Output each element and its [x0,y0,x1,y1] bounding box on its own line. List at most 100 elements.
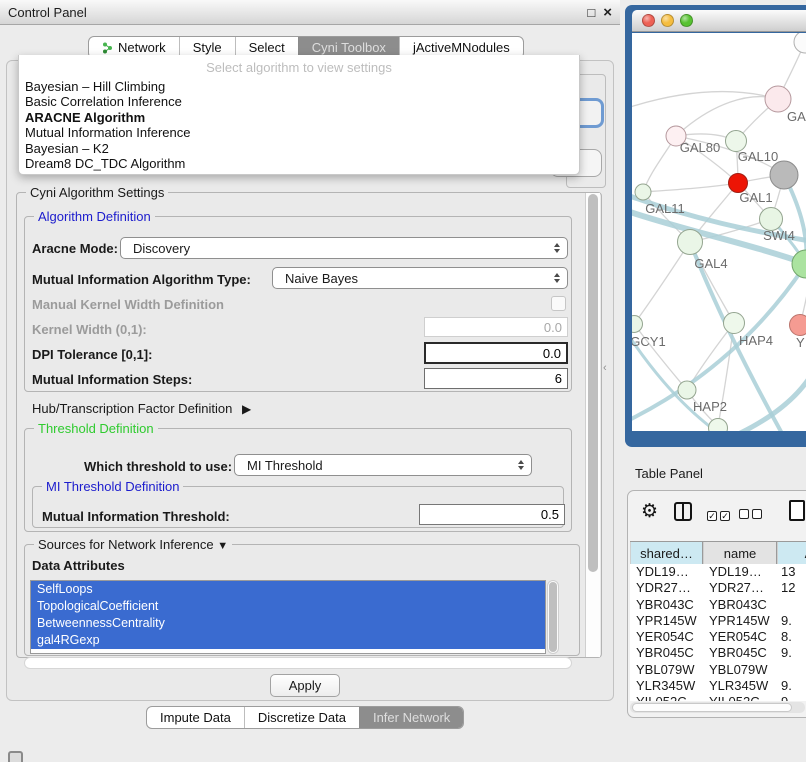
network-node-y[interactable] [790,315,806,336]
network-edge [634,242,690,324]
network-node[interactable] [794,33,806,53]
attribute-item-selfloops[interactable]: SelfLoops [31,581,545,598]
sources-title-text: Sources for Network Inference [38,537,214,552]
expand-right-icon: ▶ [242,402,251,416]
aracne-mode-combobox[interactable]: Discovery [120,237,568,259]
dpi-tolerance-field[interactable] [424,342,568,364]
table-row[interactable]: YDR27…YDR27…12 [630,580,806,596]
dropdown-item-bayesian-hill-climbing[interactable]: Bayesian – Hill Climbing [19,79,579,94]
check-glyph: ✓ [720,511,730,521]
table-cell: YDL19… [630,564,703,580]
table-cell: YBL079W [703,662,777,678]
bottom-tab-bar: Impute DataDiscretize DataInfer Network [146,706,464,729]
node-label-gcy1: GCY1 [632,334,666,349]
attributes-scrollbar-thumb[interactable] [549,582,557,652]
mi-steps-field[interactable] [424,368,568,389]
mi-steps-label: Mutual Information Steps: [32,372,192,387]
mi-type-combobox[interactable]: Naive Bayes [272,267,568,289]
attribute-item-topologicalcoefficient[interactable]: TopologicalCoefficient [31,598,545,615]
tab-label: Cyni Toolbox [312,40,386,55]
checked-boxes-icon[interactable]: ✓✓ [707,507,733,522]
network-graph: GALGAL80GAL10GAL1GAL11SWI4GAL4GCY1HAP4YH… [632,33,806,431]
column-header-a[interactable]: A [777,542,806,564]
table-cell: 13 [777,564,806,580]
tab-impute-data[interactable]: Impute Data [147,707,244,728]
dropdown-item-bayesian-k2[interactable]: Bayesian – K2 [19,141,579,156]
file-icon[interactable] [789,500,805,521]
table-cell: YBL079W [630,662,703,678]
aracne-mode-label: Aracne Mode: [32,241,118,256]
attribute-item-betweennesscentrality[interactable]: BetweennessCentrality [31,615,545,632]
tab-label: Select [249,40,285,55]
table-hscrollbar-track[interactable] [630,702,805,713]
dropdown-item-mutual-information-inference[interactable]: Mutual Information Inference [19,125,579,140]
traffic-light-close-button[interactable] [642,14,655,27]
network-node[interactable] [770,161,798,189]
tab-infer-network[interactable]: Infer Network [359,707,463,728]
dropdown-item-list: Bayesian – Hill ClimbingBasic Correlatio… [19,79,579,171]
table-cell: YER054C [703,629,777,645]
table-hscrollbar-thumb[interactable] [632,703,792,712]
dropdown-item-aracne-algorithm[interactable]: ARACNE Algorithm [19,110,579,125]
table-panel: ⚙ ✓✓ shared…nameA YDL19…YDL19…13YDR27…YD… [627,490,806,718]
sources-group-title[interactable]: Sources for Network Inference ▼ [34,537,232,552]
mi-type-label: Mutual Information Algorithm Type: [32,272,251,287]
network-edge [732,377,806,431]
traffic-light-zoom-button[interactable] [680,14,693,27]
network-node-gal11[interactable] [635,184,651,200]
table-row[interactable]: YIL052CYIL052C9. [630,694,806,701]
mi-threshold-field[interactable] [419,504,565,525]
dropdown-placeholder: Select algorithm to view settings [19,55,579,79]
table-row[interactable]: YPR145WYPR145W9. [630,613,806,629]
table-cell: YER054C [630,629,703,645]
dropdown-item-dream8-dc-tdc-algorithm[interactable]: Dream8 DC_TDC Algorithm [19,156,579,171]
close-icon[interactable]: × [603,4,612,21]
dropdown-item-basic-correlation-inference[interactable]: Basic Correlation Inference [19,94,579,109]
unchecked-boxes-icon[interactable] [739,507,765,522]
table-cell: 9. [777,613,806,629]
column-header-name[interactable]: name [703,542,777,564]
tab-discretize-data[interactable]: Discretize Data [244,707,359,728]
network-node-hap2[interactable] [678,381,696,399]
table-row[interactable]: YDL19…YDL19…13 [630,564,806,580]
float-window-icon[interactable]: □ [587,5,595,20]
settings-scrollbar-thumb[interactable] [588,194,598,572]
attribute-item-gal4rgexp[interactable]: gal4RGexp [31,632,545,649]
settings-scrollbar-track[interactable] [585,193,600,657]
mi-threshold-group-title: MI Threshold Definition [42,479,183,494]
network-canvas[interactable]: GALGAL80GAL10GAL1GAL11SWI4GAL4GCY1HAP4YH… [632,33,806,431]
kernel-width-label: Kernel Width (0,1): [32,322,147,337]
column-header-shared[interactable]: shared… [630,542,703,564]
table-panel-title: Table Panel [635,466,703,481]
table-row[interactable]: YER054CYER054C8. [630,629,806,645]
table-row[interactable]: YBL079WYBL079W [630,662,806,678]
tab-label: Style [193,40,222,55]
table-row[interactable]: YBR043CYBR043C [630,597,806,613]
table-row[interactable]: YLR345WYLR345W9. [630,678,806,694]
network-window-titlebar[interactable] [632,10,806,32]
network-node-gal4[interactable] [678,230,703,255]
apply-button[interactable]: Apply [270,674,340,697]
data-attributes-list[interactable]: SelfLoopsTopologicalCoefficientBetweenne… [30,580,546,654]
network-node-gcy1[interactable] [632,316,643,333]
network-node-hap4[interactable] [724,313,745,334]
gear-icon[interactable]: ⚙ [641,502,658,521]
panel-splitter-handle[interactable]: ‹ [603,362,612,374]
hub-tf-expander[interactable]: Hub/Transcription Factor Definition ▶ [32,401,251,416]
data-attributes-label: Data Attributes [32,558,125,573]
split-columns-icon[interactable] [674,502,692,521]
attributes-hscrollbar[interactable] [24,657,572,669]
table-cell [777,662,806,678]
bottom-corner-icon[interactable] [8,751,23,762]
attributes-scrollbar-track[interactable] [547,580,559,654]
collapse-down-icon: ▼ [217,540,228,552]
kernel-width-field [424,317,568,337]
table-row[interactable]: YBR045CYBR045C9. [630,645,806,661]
table-cell: 12 [777,580,806,596]
tab-label: Network [118,40,166,55]
table-cell [777,597,806,613]
check-glyph: ✓ [707,511,717,521]
network-node[interactable] [792,250,806,278]
traffic-light-minimize-button[interactable] [661,14,674,27]
which-threshold-combobox[interactable]: MI Threshold [234,454,532,476]
